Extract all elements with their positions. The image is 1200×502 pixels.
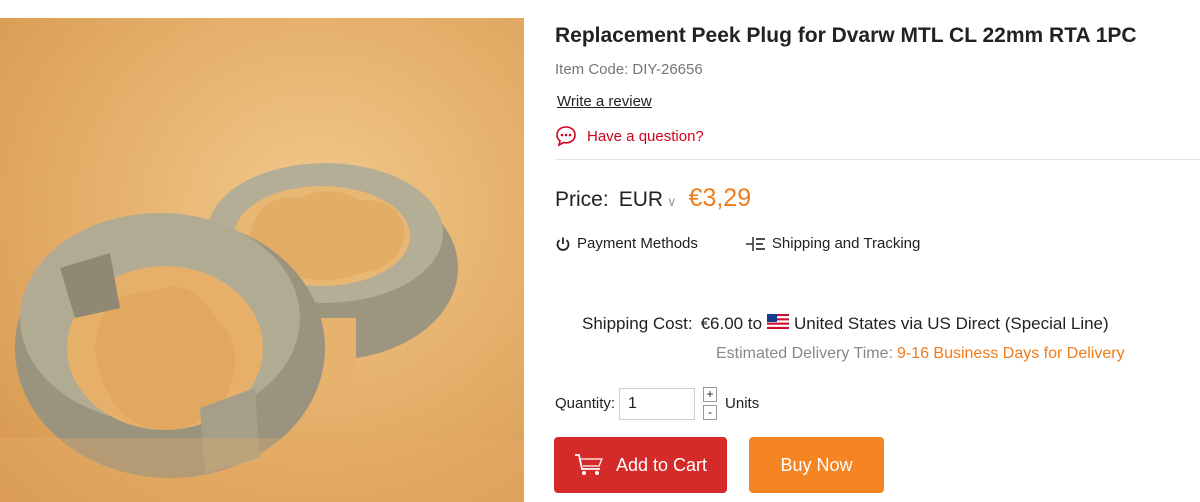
product-title: Replacement Peek Plug for Dvarw MTL CL 2… [555,24,1137,47]
quantity-increment-button[interactable]: + [703,387,718,402]
shipping-cost-label: Shipping Cost: [582,314,693,333]
power-icon [556,237,570,251]
item-code: Item Code: DIY-26656 [555,61,703,78]
add-to-cart-button[interactable]: Add to Cart [554,437,727,493]
question-label: Have a question? [587,127,704,145]
payment-methods-label: Payment Methods [577,235,698,252]
chevron-down-icon[interactable]: ∨ [667,194,677,210]
quantity-units: Units [725,395,760,412]
quantity-row: Quantity: + - Units [555,387,759,420]
us-flag-icon [767,314,790,329]
shipping-cost-value: €6.00 to [700,314,763,333]
product-image[interactable] [0,18,524,502]
shipping-destination[interactable]: United States via US Direct (Special Lin… [794,314,1109,334]
shipping-tracking-link[interactable]: Shipping and Tracking [745,235,921,252]
info-links: Payment Methods Shipping and Tracking [555,235,920,252]
price-label: Price: [555,188,609,211]
quantity-input[interactable] [619,387,696,420]
quantity-label: Quantity: [555,395,616,412]
payment-methods-link[interactable]: Payment Methods [555,235,698,252]
cart-icon [574,454,603,475]
buy-now-button[interactable]: Buy Now [749,437,884,493]
write-review-link[interactable]: Write a review [557,93,652,110]
item-code-value: DIY-26656 [632,61,703,78]
shipping-cost: Shipping Cost: €6.00 to United States vi… [582,314,1109,334]
quantity-stepper: + - [703,387,718,420]
item-code-label: Item Code: [555,61,629,78]
estimated-delivery: Estimated Delivery Time: 9-16 Business Da… [716,345,1125,363]
add-to-cart-label: Add to Cart [615,454,708,475]
delivery-label: Estimated Delivery Time: [716,345,893,362]
have-a-question-link[interactable]: Have a question? [555,125,704,147]
divider [555,159,1200,160]
quantity-decrement-button[interactable]: - [703,405,718,420]
buy-now-label: Buy Now [780,454,853,475]
shipping-list-icon [745,236,765,251]
shipping-tracking-label: Shipping and Tracking [771,235,921,252]
price-value: €3,29 [688,184,752,212]
currency-select[interactable]: EUR [619,188,663,212]
price-row: Price: EUR ∨ €3,29 [555,184,751,213]
chat-bubble-icon [556,126,576,147]
peek-plug-photo [0,163,524,502]
delivery-days: 9-16 Business Days for Delivery [896,345,1125,362]
